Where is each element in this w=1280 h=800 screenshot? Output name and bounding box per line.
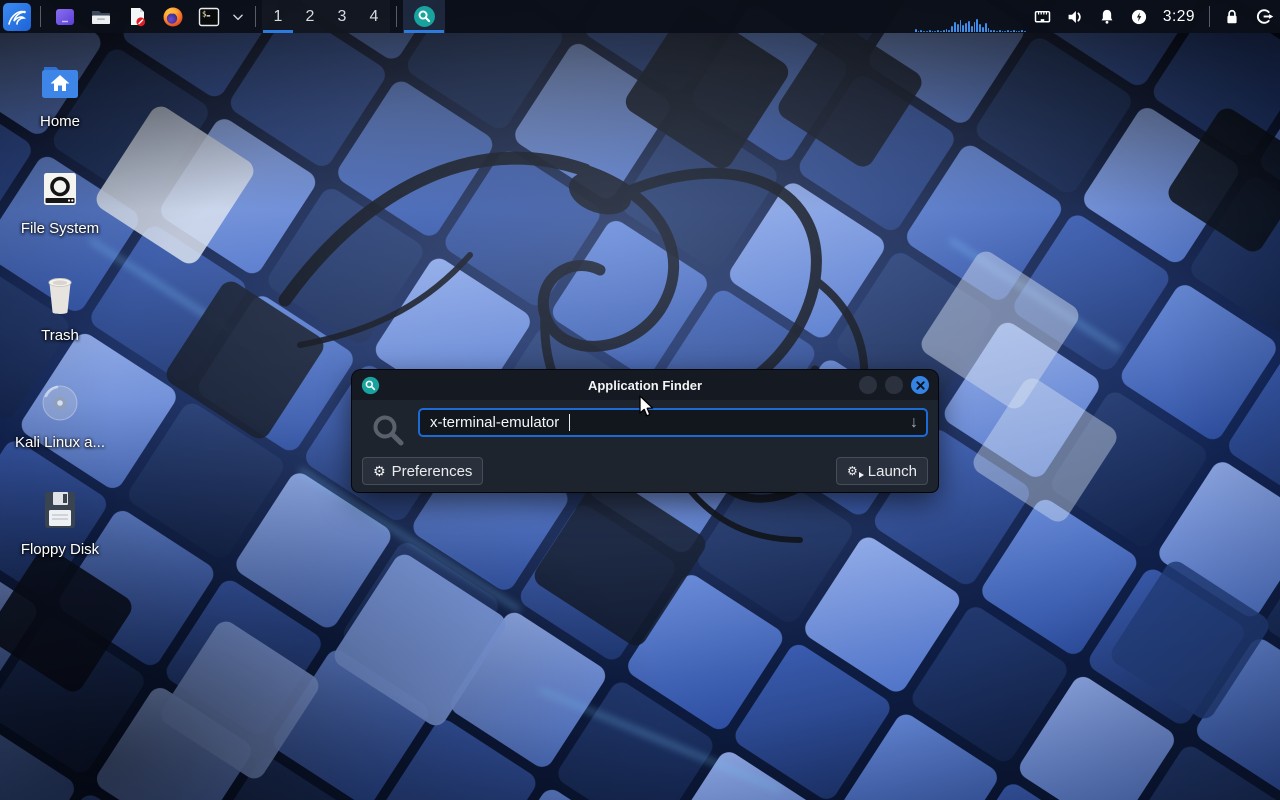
terminal-icon: $ xyxy=(197,5,221,29)
preferences-label: Preferences xyxy=(392,463,473,480)
file-manager-icon xyxy=(89,5,113,29)
network-tray-button[interactable] xyxy=(1027,0,1059,33)
terminal-launcher-arrow-button[interactable] xyxy=(227,0,249,33)
workspace-4[interactable]: 4 xyxy=(358,0,390,33)
applications-menu-button[interactable] xyxy=(0,0,34,33)
launch-icon: ⚙ xyxy=(847,465,862,477)
taskbar-desktop-button[interactable] xyxy=(47,0,83,33)
desktop-icon-trash[interactable]: Trash xyxy=(12,270,108,344)
desktop-icon-floppy-disk[interactable]: Floppy Disk xyxy=(12,484,108,558)
floppy-disk-icon xyxy=(12,484,108,536)
panel-separator xyxy=(40,6,41,27)
minimize-button[interactable] xyxy=(859,376,877,394)
search-icon xyxy=(370,412,406,448)
launch-label: Launch xyxy=(868,463,917,480)
panel-spacer xyxy=(445,0,915,33)
desktop-icon-file-system[interactable]: File System xyxy=(12,163,108,237)
trash-empty-icon xyxy=(12,270,108,322)
taskbar-firefox-button[interactable] xyxy=(155,0,191,33)
notifications-tray-button[interactable] xyxy=(1091,0,1123,33)
taskbar-application-finder-button[interactable] xyxy=(403,0,445,33)
power-manager-tray-button[interactable] xyxy=(1123,0,1155,33)
desktop-icon-label: Trash xyxy=(12,327,108,344)
chevron-down-icon xyxy=(231,10,245,24)
application-finder-icon xyxy=(361,376,380,395)
volume-tray-button[interactable] xyxy=(1059,0,1091,33)
maximize-button[interactable] xyxy=(885,376,903,394)
desktop-icon xyxy=(53,5,77,29)
gear-icon: ⚙ xyxy=(373,464,386,478)
hard-disk-icon xyxy=(12,163,108,215)
cpu-graph[interactable] xyxy=(915,0,1027,33)
log-out-icon xyxy=(1254,6,1275,27)
panel-separator xyxy=(1209,6,1210,27)
ethernet-network-icon xyxy=(1032,6,1053,27)
taskbar-terminal-button[interactable]: $ xyxy=(191,0,227,33)
panel-separator xyxy=(396,6,397,27)
desktop-icon-kali-linux[interactable]: Kali Linux a... xyxy=(12,377,108,451)
home-folder-icon xyxy=(12,56,108,108)
desktop-icon-home[interactable]: Home xyxy=(12,56,108,130)
bell-icon xyxy=(1097,7,1117,27)
volume-icon xyxy=(1064,6,1086,28)
launch-button[interactable]: ⚙ Launch xyxy=(836,457,928,485)
text-editor-icon xyxy=(125,5,149,29)
dropdown-arrow-icon[interactable]: ↓ xyxy=(910,415,918,431)
taskbar-file-manager-button[interactable] xyxy=(83,0,119,33)
log-out-button[interactable] xyxy=(1248,0,1280,33)
optical-disc-icon xyxy=(12,377,108,429)
workspace-3[interactable]: 3 xyxy=(326,0,358,33)
lock-screen-button[interactable] xyxy=(1216,0,1248,33)
application-finder-icon xyxy=(413,5,436,28)
top-panel: $ 1 2 3 4 xyxy=(0,0,1280,33)
desktop-icon-label: File System xyxy=(12,220,108,237)
kali-logo-icon xyxy=(3,3,31,31)
close-button[interactable] xyxy=(911,376,929,394)
lock-icon xyxy=(1222,7,1242,27)
window-title: Application Finder xyxy=(352,378,938,393)
firefox-icon xyxy=(161,5,185,29)
svg-text:$: $ xyxy=(202,9,207,18)
application-finder-window: Application Finder x-terminal-emulator ↓… xyxy=(352,370,938,492)
power-bolt-icon xyxy=(1129,7,1149,27)
dialog-button-row: ⚙ Preferences ⚙ Launch xyxy=(362,457,928,485)
desktop-icon-label: Floppy Disk xyxy=(12,541,108,558)
search-input[interactable]: x-terminal-emulator ↓ xyxy=(418,408,928,437)
search-text: x-terminal-emulator xyxy=(430,414,559,431)
panel-separator xyxy=(255,6,256,27)
clock[interactable]: 3:29 xyxy=(1155,0,1203,33)
desktop-icon-label: Home xyxy=(12,113,108,130)
desktop-icon-label: Kali Linux a... xyxy=(12,434,108,451)
workspace-switcher: 1 2 3 4 xyxy=(262,0,390,33)
preferences-button[interactable]: ⚙ Preferences xyxy=(362,457,483,485)
workspace-1[interactable]: 1 xyxy=(262,0,294,33)
workspace-2[interactable]: 2 xyxy=(294,0,326,33)
taskbar-text-editor-button[interactable] xyxy=(119,0,155,33)
close-icon xyxy=(916,381,925,390)
mouse-cursor xyxy=(637,395,657,419)
text-caret xyxy=(569,414,570,431)
